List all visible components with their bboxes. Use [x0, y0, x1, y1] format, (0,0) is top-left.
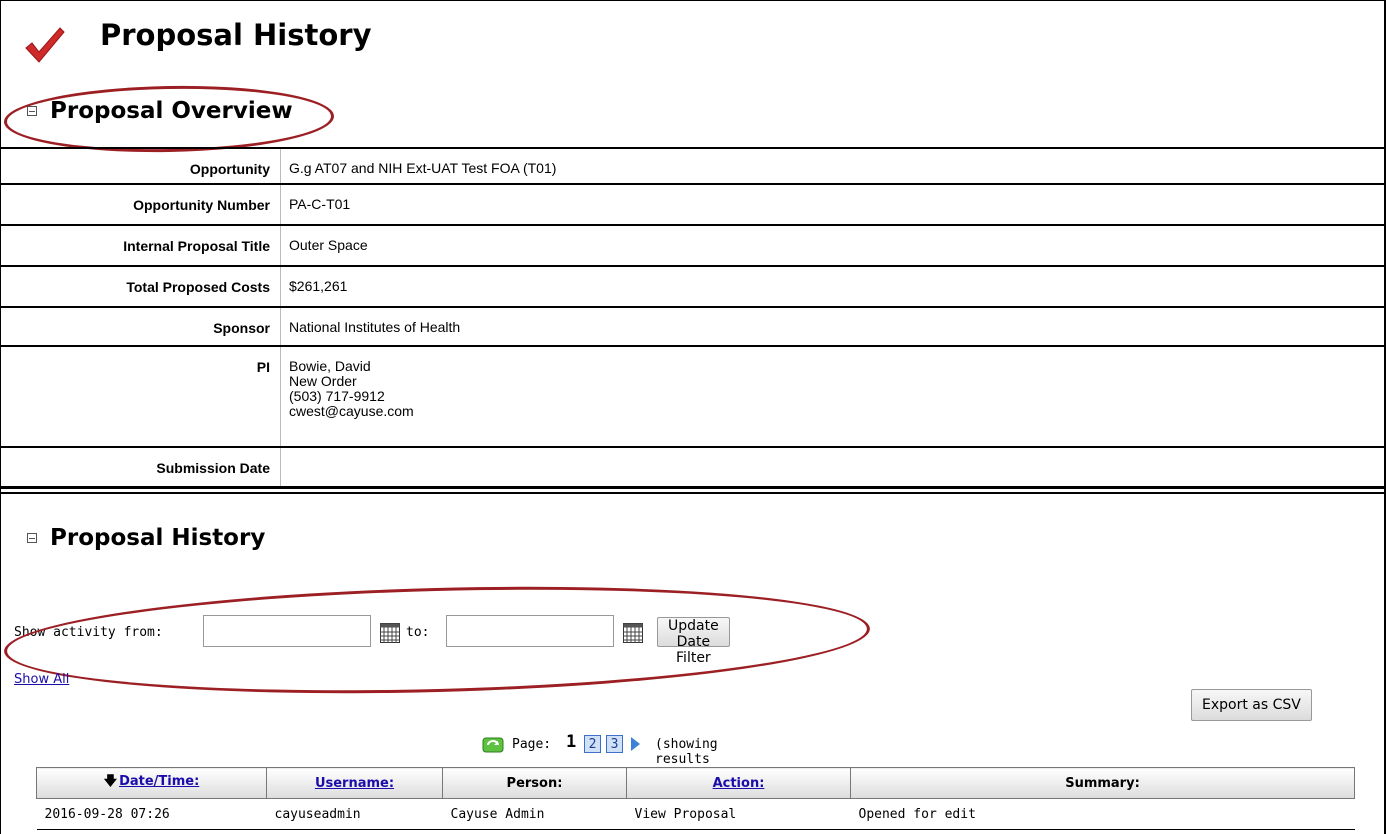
page-label: Page:	[512, 737, 552, 752]
overview-row-sponsor: Sponsor National Institutes of Health	[0, 306, 1386, 345]
table-header-row: 🡇 Date/Time: Username: Person: Action: Su…	[36, 767, 1355, 799]
page-link-2[interactable]: 2	[584, 735, 601, 753]
page-link-3[interactable]: 3	[606, 735, 623, 753]
cell-action: View Proposal	[626, 798, 851, 830]
row-value: PA-C-T01	[289, 196, 351, 212]
row-value: National Institutes of Health	[289, 319, 461, 335]
history-table: 🡇 Date/Time: Username: Person: Action: Su…	[36, 767, 1355, 830]
row-label: Opportunity Number	[133, 197, 270, 213]
row-label: Opportunity	[189, 161, 270, 177]
export-csv-button[interactable]: Export as CSV	[1191, 689, 1312, 721]
next-page-icon[interactable]	[631, 737, 640, 751]
collapse-icon[interactable]	[27, 533, 37, 543]
refresh-icon[interactable]	[482, 736, 504, 754]
annotation-ellipse-filter	[2, 576, 872, 704]
overview-row-total-costs: Total Proposed Costs $261,261	[0, 265, 1386, 306]
pi-organization: New Order	[289, 373, 357, 389]
row-label: Internal Proposal Title	[123, 238, 270, 254]
row-value: G.g AT07 and NIH Ext-UAT Test FOA (T01)	[289, 160, 557, 176]
row-value: Outer Space	[289, 237, 368, 253]
column-header-datetime[interactable]: 🡇 Date/Time:	[36, 767, 267, 799]
overview-row-internal-title: Internal Proposal Title Outer Space	[0, 224, 1386, 265]
overview-row-pi: PI Bowie, David New Order (503) 717-9912…	[0, 345, 1386, 446]
row-value: $261,261	[289, 278, 348, 294]
overview-table: Opportunity G.g AT07 and NIH Ext-UAT Tes…	[0, 147, 1386, 494]
history-heading: Proposal History	[50, 525, 266, 551]
overview-row-opportunity-number: Opportunity Number PA-C-T01	[0, 183, 1386, 224]
column-header-person: Person:	[442, 767, 627, 799]
cell-datetime: 2016-09-28 07:26	[36, 798, 267, 830]
row-label: Submission Date	[156, 460, 270, 476]
column-divider	[280, 267, 281, 306]
overview-table-bottom-border-secondary	[0, 492, 1386, 494]
cell-person: Cayuse Admin	[442, 798, 627, 830]
overview-table-bottom-border	[0, 486, 1386, 489]
column-header-summary: Summary:	[850, 767, 1355, 799]
row-label: PI	[256, 359, 270, 375]
column-divider	[280, 347, 281, 446]
column-divider	[280, 185, 281, 224]
overview-row-opportunity: Opportunity G.g AT07 and NIH Ext-UAT Tes…	[0, 147, 1386, 183]
history-section-header[interactable]: Proposal History	[0, 520, 600, 560]
cell-username: cayuseadmin	[266, 798, 443, 830]
column-header-action[interactable]: Action:	[626, 767, 851, 799]
column-divider	[280, 226, 281, 265]
table-row: 2016-09-28 07:26 cayuseadmin Cayuse Admi…	[36, 798, 1355, 830]
column-divider	[280, 149, 281, 183]
column-header-username[interactable]: Username:	[266, 767, 443, 799]
pi-email: cwest@cayuse.com	[289, 403, 414, 419]
page-title: Proposal History	[100, 18, 372, 52]
sort-link[interactable]: Action:	[713, 776, 765, 791]
row-label: Sponsor	[213, 320, 270, 336]
row-label: Total Proposed Costs	[126, 279, 270, 295]
show-all-link[interactable]: Show All	[14, 672, 69, 687]
cell-summary: Opened for edit	[850, 798, 1355, 830]
sort-link[interactable]: Date/Time:	[119, 774, 199, 789]
sort-link[interactable]: Username:	[315, 776, 394, 791]
frame-top	[0, 0, 1386, 1]
pi-name: Bowie, David	[289, 358, 371, 374]
overview-row-submission-date: Submission Date	[0, 446, 1386, 486]
pi-details: Bowie, David New Order (503) 717-9912 cw…	[289, 359, 414, 419]
column-divider	[280, 308, 281, 345]
current-page: 1	[566, 732, 577, 752]
column-divider	[280, 448, 281, 486]
sort-down-icon: 🡇	[103, 774, 118, 789]
pi-phone: (503) 717-9912	[289, 388, 385, 404]
checkmark-icon	[25, 27, 65, 63]
